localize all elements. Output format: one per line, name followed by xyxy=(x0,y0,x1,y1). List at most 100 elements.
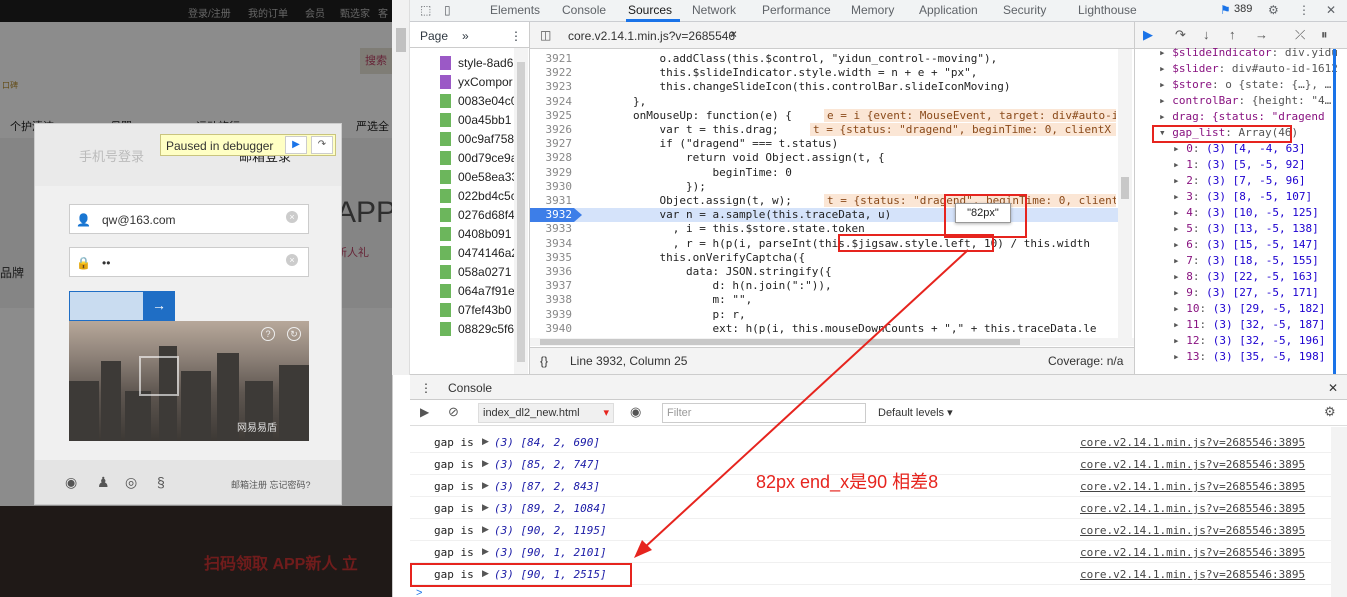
line-number[interactable]: 3938 xyxy=(530,293,574,307)
tab-application[interactable]: Application xyxy=(919,3,978,17)
resume-icon[interactable]: ▶ xyxy=(1143,27,1153,43)
source-link[interactable]: core.v2.14.1.min.js?v=2685546:3895 xyxy=(1080,458,1305,471)
console-value[interactable]: (3) [85, 2, 747] xyxy=(494,458,600,471)
eye-icon[interactable]: ◉ xyxy=(630,404,641,420)
pause-exceptions-icon[interactable]: ⏸ xyxy=(1321,27,1328,43)
clear-icon[interactable]: × xyxy=(286,211,298,223)
code-line[interactable]: p: r, xyxy=(580,308,1116,322)
filter-input[interactable]: Filter xyxy=(662,403,866,423)
code-line[interactable]: beginTime: 0 xyxy=(580,166,1116,180)
line-number[interactable]: 3934 xyxy=(530,237,574,251)
expand-icon[interactable]: ▸ xyxy=(1159,62,1166,75)
close-icon[interactable]: ✕ xyxy=(1326,3,1336,17)
device-icon[interactable]: ▯ xyxy=(444,3,451,17)
expand-icon[interactable]: ▸ xyxy=(1159,78,1166,91)
line-number[interactable]: 3925 xyxy=(530,109,574,123)
step-over-icon[interactable]: ↷ xyxy=(1175,27,1186,43)
page-scrollbar[interactable] xyxy=(392,0,410,375)
navigator-tab-page[interactable]: Page xyxy=(420,29,448,43)
console-row[interactable]: gap is ▶ (3) [90, 1, 2101] core.v2.14.1.min… xyxy=(410,541,1347,563)
expand-icon[interactable]: ▸ xyxy=(1173,142,1180,155)
tab-elements[interactable]: Elements xyxy=(490,3,540,17)
clear-console-icon[interactable]: ⊘ xyxy=(448,404,459,420)
code-line[interactable]: }); xyxy=(580,180,1116,194)
scope-entry[interactable]: ▸ 4: (3) [10, -5, 125] xyxy=(1173,206,1347,222)
editor-scrollbar[interactable] xyxy=(1121,177,1129,199)
password-field[interactable]: 🔒 •• × xyxy=(69,247,309,277)
qq-icon[interactable]: ♟ xyxy=(97,474,110,491)
console-row[interactable]: gap is ▶ (3) [90, 2, 1195] core.v2.14.1.min… xyxy=(410,519,1347,541)
expand-icon[interactable]: ▸ xyxy=(1159,46,1166,59)
expand-icon[interactable]: ▸ xyxy=(1173,254,1180,267)
close-tab-icon[interactable]: × xyxy=(730,27,737,41)
console-value[interactable]: (3) [90, 2, 1195] xyxy=(494,524,607,537)
step-into-icon[interactable]: ↓ xyxy=(1203,27,1210,42)
refresh-icon[interactable]: ↻ xyxy=(287,327,301,341)
line-number[interactable]: 3922 xyxy=(530,66,574,80)
tab-memory[interactable]: Memory xyxy=(851,3,894,17)
more-icon[interactable]: ⋮ xyxy=(510,29,522,43)
tab-sources[interactable]: Sources xyxy=(628,3,672,17)
expand-icon[interactable]: ▸ xyxy=(1173,318,1180,331)
expand-icon[interactable]: ▸ xyxy=(1173,206,1180,219)
scope-entry[interactable]: ▸ controlBar: {height: "4… xyxy=(1159,94,1345,110)
scope-entry[interactable]: ▸ 13: (3) [35, -5, 198] xyxy=(1173,350,1347,366)
line-number[interactable]: 3923 xyxy=(530,80,574,94)
sidebar-resize-line[interactable] xyxy=(1333,49,1336,374)
scope-entry[interactable]: ▸ 10: (3) [29, -5, 182] xyxy=(1173,302,1347,318)
expand-icon[interactable]: ▸ xyxy=(1159,94,1166,107)
line-number[interactable]: 3928 xyxy=(530,151,574,165)
scope-entry[interactable]: ▸ 11: (3) [32, -5, 187] xyxy=(1173,318,1347,334)
step-over-icon[interactable]: ↷ xyxy=(311,136,333,154)
console-value[interactable]: (3) [90, 1, 2101] xyxy=(494,546,607,559)
scope-entry[interactable]: ▸ 8: (3) [22, -5, 163] xyxy=(1173,270,1347,286)
console-scrollbar[interactable] xyxy=(1331,427,1347,597)
more-icon[interactable]: ⋮ xyxy=(420,381,432,395)
code-line[interactable]: d: h(n.join(":")), xyxy=(580,279,1116,293)
line-number[interactable]: 3939 xyxy=(530,308,574,322)
line-number[interactable]: 3921 xyxy=(530,52,574,66)
line-number[interactable]: 3932 xyxy=(530,208,574,222)
context-selector[interactable]: index_dl2_new.html ▾ xyxy=(478,403,614,423)
line-number[interactable]: 3931 xyxy=(530,194,574,208)
footer-links[interactable]: 邮箱注册 忘记密码? xyxy=(231,478,311,491)
toggle-navigator-icon[interactable]: ◫ xyxy=(540,28,551,42)
weibo-icon[interactable]: ◎ xyxy=(125,474,137,491)
expand-icon[interactable]: ▸ xyxy=(1173,350,1180,363)
console-value[interactable]: (3) [89, 2, 1084] xyxy=(494,502,607,515)
code-line[interactable]: if ("dragend" === t.status) xyxy=(580,137,1116,151)
issue-count[interactable]: 389 xyxy=(1234,3,1252,15)
line-number[interactable]: 3936 xyxy=(530,265,574,279)
expand-icon[interactable]: ▶ xyxy=(482,546,489,557)
tab-lighthouse[interactable]: Lighthouse xyxy=(1078,3,1137,17)
clear-icon[interactable]: × xyxy=(286,254,298,266)
email-field[interactable]: 👤 qw@163.com × xyxy=(69,204,309,234)
expand-icon[interactable]: ▸ xyxy=(1173,270,1180,283)
scope-entry[interactable]: ▸ 7: (3) [18, -5, 155] xyxy=(1173,254,1347,270)
issues-icon[interactable]: ⚑ xyxy=(1220,3,1231,17)
line-number[interactable]: 3933 xyxy=(530,222,574,236)
source-link[interactable]: core.v2.14.1.min.js?v=2685546:3895 xyxy=(1080,546,1305,559)
wechat-icon[interactable]: ◉ xyxy=(65,474,77,491)
navigator-more[interactable]: » xyxy=(462,29,469,43)
code-line[interactable]: data: JSON.stringify({ xyxy=(580,265,1116,279)
expand-icon[interactable]: ▶ xyxy=(482,502,489,513)
inspect-icon[interactable]: ⬚ xyxy=(420,3,431,17)
tab-network[interactable]: Network xyxy=(692,3,736,17)
console-prompt[interactable]: > xyxy=(416,587,422,597)
scope-entry[interactable]: ▸ 3: (3) [8, -5, 107] xyxy=(1173,190,1347,206)
tab-security[interactable]: Security xyxy=(1003,3,1046,17)
editor-hscrollbar[interactable] xyxy=(540,339,1020,345)
line-number[interactable]: 3930 xyxy=(530,180,574,194)
expand-icon[interactable]: ▸ xyxy=(1173,190,1180,203)
console-row[interactable]: gap is ▶ (3) [89, 2, 1084] core.v2.14.1.min… xyxy=(410,497,1347,519)
scope-entry[interactable]: ▸ 12: (3) [32, -5, 196] xyxy=(1173,334,1347,350)
console-row[interactable]: gap is ▶ (3) [84, 2, 690] core.v2.14.1.min.… xyxy=(410,431,1347,453)
navigator-scrollbar[interactable] xyxy=(517,62,525,362)
code-line[interactable]: }, xyxy=(580,95,1116,109)
source-link[interactable]: core.v2.14.1.min.js?v=2685546:3895 xyxy=(1080,568,1305,581)
expand-icon[interactable]: ▶ xyxy=(482,436,489,447)
format-icon[interactable]: {} xyxy=(540,354,548,368)
scope-entry[interactable]: ▸ $slideIndicator: div.yidu xyxy=(1159,46,1345,62)
inline-value[interactable]: t = {status: "dragend", beginTime: 0, cl… xyxy=(810,123,1116,136)
